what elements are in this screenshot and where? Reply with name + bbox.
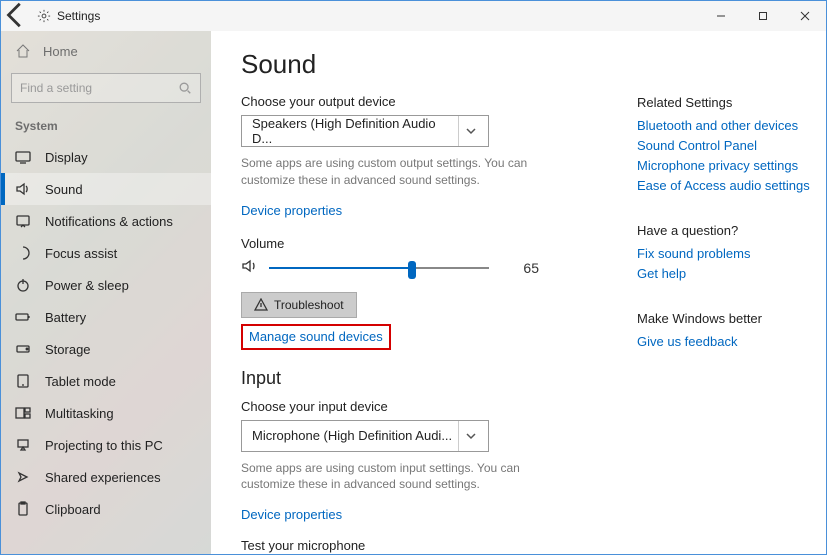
clipboard-icon — [15, 501, 31, 517]
sidebar-item-label: Focus assist — [45, 246, 117, 261]
display-icon — [15, 149, 31, 165]
back-button[interactable] — [1, 0, 31, 33]
input-device-selected: Microphone (High Definition Audi... — [252, 428, 452, 443]
sound-control-panel-link[interactable]: Sound Control Panel — [637, 138, 826, 153]
search-input[interactable]: Find a setting — [11, 73, 201, 103]
troubleshoot-label: Troubleshoot — [274, 298, 344, 312]
minimize-button[interactable] — [700, 1, 742, 31]
tablet-icon — [15, 373, 31, 389]
input-heading: Input — [241, 368, 619, 389]
sidebar-item-label: Sound — [45, 182, 83, 197]
power-icon — [15, 277, 31, 293]
manage-sound-devices-output-link[interactable]: Manage sound devices — [249, 329, 383, 344]
sidebar-item-tablet-mode[interactable]: Tablet mode — [1, 365, 211, 397]
sidebar-item-shared-experiences[interactable]: Shared experiences — [1, 461, 211, 493]
sidebar-item-label: Clipboard — [45, 502, 101, 517]
search-icon — [178, 81, 192, 95]
output-device-label: Choose your output device — [241, 94, 619, 109]
sidebar-item-sound[interactable]: Sound — [1, 173, 211, 205]
get-help-link[interactable]: Get help — [637, 266, 826, 281]
chevron-down-icon — [458, 421, 482, 451]
sidebar-item-display[interactable]: Display — [1, 141, 211, 173]
sidebar-item-power-sleep[interactable]: Power & sleep — [1, 269, 211, 301]
aside-panel: Related Settings Bluetooth and other dev… — [637, 49, 826, 530]
sound-icon — [15, 181, 31, 197]
ease-of-access-link[interactable]: Ease of Access audio settings — [637, 178, 826, 193]
page-title: Sound — [241, 49, 619, 80]
projecting-icon — [15, 437, 31, 453]
volume-label: Volume — [241, 236, 619, 251]
sidebar: Home Find a setting System Display Sound — [1, 31, 211, 554]
main-panel: Sound Choose your output device Speakers… — [241, 49, 619, 530]
speaker-icon[interactable] — [241, 257, 259, 280]
sidebar-item-projecting[interactable]: Projecting to this PC — [1, 429, 211, 461]
volume-slider[interactable] — [269, 259, 489, 277]
sidebar-item-label: Multitasking — [45, 406, 114, 421]
output-device-dropdown[interactable]: Speakers (High Definition Audio D... — [241, 115, 489, 147]
sidebar-item-focus-assist[interactable]: Focus assist — [1, 237, 211, 269]
window-title: Settings — [57, 9, 100, 23]
sidebar-item-label: Display — [45, 150, 88, 165]
sidebar-item-label: Notifications & actions — [45, 214, 173, 229]
battery-icon — [15, 309, 31, 325]
input-device-label: Choose your input device — [241, 399, 619, 414]
sidebar-item-label: Projecting to this PC — [45, 438, 163, 453]
output-device-selected: Speakers (High Definition Audio D... — [252, 116, 458, 146]
feedback-heading: Make Windows better — [637, 311, 826, 326]
bluetooth-link[interactable]: Bluetooth and other devices — [637, 118, 826, 133]
sidebar-item-clipboard[interactable]: Clipboard — [1, 493, 211, 525]
question-heading: Have a question? — [637, 223, 826, 238]
shared-icon — [15, 469, 31, 485]
output-troubleshoot-button[interactable]: Troubleshoot — [241, 292, 357, 318]
home-icon — [15, 43, 31, 59]
warning-icon — [254, 298, 268, 312]
mic-privacy-link[interactable]: Microphone privacy settings — [637, 158, 826, 173]
titlebar: Settings — [1, 1, 826, 31]
group-system-label: System — [1, 115, 211, 141]
give-feedback-link[interactable]: Give us feedback — [637, 334, 826, 349]
multitasking-icon — [15, 405, 31, 421]
sidebar-item-label: Battery — [45, 310, 86, 325]
input-device-properties-link[interactable]: Device properties — [241, 507, 342, 522]
input-hint: Some apps are using custom input setting… — [241, 460, 571, 494]
notifications-icon — [15, 213, 31, 229]
sidebar-item-battery[interactable]: Battery — [1, 301, 211, 333]
input-device-dropdown[interactable]: Microphone (High Definition Audi... — [241, 420, 489, 452]
search-placeholder: Find a setting — [20, 81, 92, 95]
output-hint: Some apps are using custom output settin… — [241, 155, 571, 189]
settings-icon — [37, 9, 51, 23]
test-mic-label: Test your microphone — [241, 538, 619, 553]
home-nav[interactable]: Home — [1, 35, 211, 67]
sidebar-item-label: Shared experiences — [45, 470, 161, 485]
focus-assist-icon — [15, 245, 31, 261]
storage-icon — [15, 341, 31, 357]
output-device-properties-link[interactable]: Device properties — [241, 203, 342, 218]
volume-value: 65 — [499, 260, 539, 276]
related-settings-heading: Related Settings — [637, 95, 826, 110]
sidebar-item-label: Storage — [45, 342, 91, 357]
sidebar-item-storage[interactable]: Storage — [1, 333, 211, 365]
sidebar-item-label: Tablet mode — [45, 374, 116, 389]
fix-sound-link[interactable]: Fix sound problems — [637, 246, 826, 261]
chevron-down-icon — [458, 116, 482, 146]
home-label: Home — [43, 44, 78, 59]
sidebar-item-label: Power & sleep — [45, 278, 129, 293]
close-button[interactable] — [784, 1, 826, 31]
sidebar-item-notifications[interactable]: Notifications & actions — [1, 205, 211, 237]
sidebar-item-multitasking[interactable]: Multitasking — [1, 397, 211, 429]
maximize-button[interactable] — [742, 1, 784, 31]
